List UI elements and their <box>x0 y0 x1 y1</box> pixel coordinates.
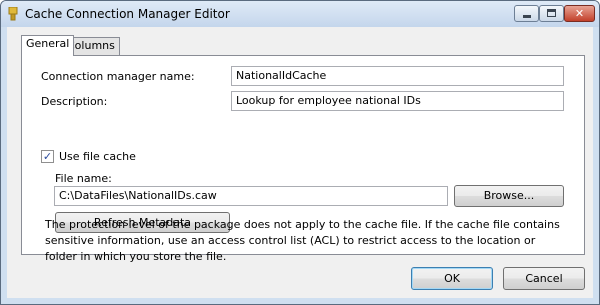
checkmark-icon: ✓ <box>42 150 53 163</box>
app-icon <box>8 7 18 21</box>
connection-name-label: Connection manager name: <box>41 70 195 83</box>
dialog-client-area: General Columns Connection manager name:… <box>7 27 593 298</box>
description-label: Description: <box>41 95 108 108</box>
file-name-input[interactable]: C:\DataFiles\NationalIDs.caw <box>54 186 448 206</box>
dialog-window: Cache Connection Manager Editor ✕ Genera… <box>0 0 600 305</box>
maximize-button[interactable] <box>539 5 564 22</box>
file-name-label: File name: <box>55 172 112 185</box>
maximize-icon <box>547 9 556 17</box>
description-input[interactable]: Lookup for employee national IDs <box>231 91 564 111</box>
protection-note: The protection level of the package does… <box>45 218 560 263</box>
close-icon: ✕ <box>574 7 585 20</box>
browse-button[interactable]: Browse... <box>454 185 564 207</box>
ok-button[interactable]: OK <box>411 267 493 290</box>
window-title: Cache Connection Manager Editor <box>25 7 230 21</box>
close-button[interactable]: ✕ <box>564 5 595 22</box>
tab-general[interactable]: General <box>21 35 75 56</box>
use-file-cache-checkbox[interactable]: ✓ <box>41 150 54 163</box>
connection-name-input[interactable]: NationalIdCache <box>231 66 564 86</box>
cancel-button[interactable]: Cancel <box>503 267 585 290</box>
title-bar[interactable]: Cache Connection Manager Editor ✕ <box>1 1 599 27</box>
use-file-cache-label[interactable]: Use file cache <box>59 150 136 163</box>
minimize-button[interactable] <box>514 5 539 22</box>
minimize-icon <box>523 15 531 18</box>
